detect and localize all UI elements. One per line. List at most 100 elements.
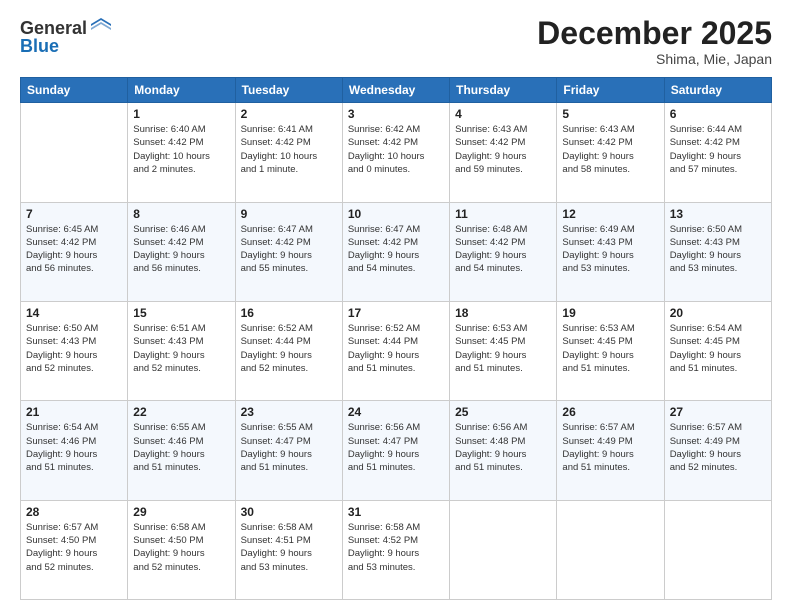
day-number: 25: [455, 405, 551, 419]
logo-blue-text: Blue: [20, 36, 59, 57]
day-number: 11: [455, 207, 551, 221]
week-row-5: 28 Sunrise: 6:57 AMSunset: 4:50 PMDayligh…: [21, 500, 772, 599]
logo: General Blue: [20, 16, 113, 57]
day-number: 22: [133, 405, 229, 419]
day-number: 1: [133, 107, 229, 121]
day-info: Sunrise: 6:54 AMSunset: 4:45 PMDaylight:…: [670, 322, 766, 375]
title-block: December 2025 Shima, Mie, Japan: [537, 16, 772, 67]
day-info: Sunrise: 6:43 AMSunset: 4:42 PMDaylight:…: [455, 123, 551, 176]
header-tuesday: Tuesday: [235, 78, 342, 103]
day-number: 17: [348, 306, 444, 320]
day-info: Sunrise: 6:57 AMSunset: 4:49 PMDaylight:…: [562, 421, 658, 474]
table-row: 23Sunrise: 6:55 AMSunset: 4:47 PMDayligh…: [235, 401, 342, 500]
day-number: 20: [670, 306, 766, 320]
header-monday: Monday: [128, 78, 235, 103]
day-info: Sunrise: 6:47 AMSunset: 4:42 PMDaylight:…: [348, 223, 444, 276]
day-number: 31: [348, 505, 444, 519]
table-row: 1 Sunrise: 6:40 AMSunset: 4:42 PMDaylight…: [128, 103, 235, 202]
header-thursday: Thursday: [450, 78, 557, 103]
table-row: 9Sunrise: 6:47 AMSunset: 4:42 PMDaylight…: [235, 202, 342, 301]
page: General Blue December 2025 Shima, Mie, J…: [0, 0, 792, 612]
day-info: Sunrise: 6:53 AMSunset: 4:45 PMDaylight:…: [455, 322, 551, 375]
table-row: 4 Sunrise: 6:43 AMSunset: 4:42 PMDaylight…: [450, 103, 557, 202]
table-row: 20 Sunrise: 6:54 AMSunset: 4:45 PMDayligh…: [664, 301, 771, 400]
day-number: 3: [348, 107, 444, 121]
table-row: 11Sunrise: 6:48 AMSunset: 4:42 PMDayligh…: [450, 202, 557, 301]
table-row: 30 Sunrise: 6:58 AMSunset: 4:51 PMDayligh…: [235, 500, 342, 599]
day-number: 23: [241, 405, 337, 419]
day-number: 2: [241, 107, 337, 121]
table-row: 18 Sunrise: 6:53 AMSunset: 4:45 PMDayligh…: [450, 301, 557, 400]
table-row: 13 Sunrise: 6:50 AMSunset: 4:43 PMDayligh…: [664, 202, 771, 301]
day-info: Sunrise: 6:53 AMSunset: 4:45 PMDaylight:…: [562, 322, 658, 375]
day-info: Sunrise: 6:56 AMSunset: 4:48 PMDaylight:…: [455, 421, 551, 474]
day-info: Sunrise: 6:40 AMSunset: 4:42 PMDaylight:…: [133, 123, 229, 176]
header: General Blue December 2025 Shima, Mie, J…: [20, 16, 772, 67]
day-number: 14: [26, 306, 122, 320]
table-row: 19 Sunrise: 6:53 AMSunset: 4:45 PMDayligh…: [557, 301, 664, 400]
day-number: 4: [455, 107, 551, 121]
day-info: Sunrise: 6:50 AMSunset: 4:43 PMDaylight:…: [670, 223, 766, 276]
day-number: 29: [133, 505, 229, 519]
header-friday: Friday: [557, 78, 664, 103]
table-row: 3 Sunrise: 6:42 AMSunset: 4:42 PMDaylight…: [342, 103, 449, 202]
day-number: 28: [26, 505, 122, 519]
day-info: Sunrise: 6:46 AMSunset: 4:42 PMDaylight:…: [133, 223, 229, 276]
table-row: [450, 500, 557, 599]
day-info: Sunrise: 6:57 AMSunset: 4:50 PMDaylight:…: [26, 521, 122, 574]
table-row: 12 Sunrise: 6:49 AMSunset: 4:43 PMDayligh…: [557, 202, 664, 301]
day-info: Sunrise: 6:52 AMSunset: 4:44 PMDaylight:…: [241, 322, 337, 375]
day-number: 18: [455, 306, 551, 320]
day-info: Sunrise: 6:42 AMSunset: 4:42 PMDaylight:…: [348, 123, 444, 176]
table-row: [557, 500, 664, 599]
table-row: 24 Sunrise: 6:56 AMSunset: 4:47 PMDayligh…: [342, 401, 449, 500]
table-row: 17Sunrise: 6:52 AMSunset: 4:44 PMDayligh…: [342, 301, 449, 400]
table-row: [664, 500, 771, 599]
day-number: 12: [562, 207, 658, 221]
weekday-header-row: Sunday Monday Tuesday Wednesday Thursday…: [21, 78, 772, 103]
header-sunday: Sunday: [21, 78, 128, 103]
table-row: 29Sunrise: 6:58 AMSunset: 4:50 PMDayligh…: [128, 500, 235, 599]
day-number: 16: [241, 306, 337, 320]
table-row: 7Sunrise: 6:45 AMSunset: 4:42 PMDaylight…: [21, 202, 128, 301]
table-row: 16 Sunrise: 6:52 AMSunset: 4:44 PMDayligh…: [235, 301, 342, 400]
table-row: 26 Sunrise: 6:57 AMSunset: 4:49 PMDayligh…: [557, 401, 664, 500]
table-row: 15 Sunrise: 6:51 AMSunset: 4:43 PMDayligh…: [128, 301, 235, 400]
day-info: Sunrise: 6:58 AMSunset: 4:51 PMDaylight:…: [241, 521, 337, 574]
table-row: 21 Sunrise: 6:54 AMSunset: 4:46 PMDayligh…: [21, 401, 128, 500]
table-row: 25 Sunrise: 6:56 AMSunset: 4:48 PMDayligh…: [450, 401, 557, 500]
table-row: [21, 103, 128, 202]
day-info: Sunrise: 6:47 AMSunset: 4:42 PMDaylight:…: [241, 223, 337, 276]
day-info: Sunrise: 6:57 AMSunset: 4:49 PMDaylight:…: [670, 421, 766, 474]
day-number: 13: [670, 207, 766, 221]
day-number: 24: [348, 405, 444, 419]
day-number: 26: [562, 405, 658, 419]
table-row: 31Sunrise: 6:58 AMSunset: 4:52 PMDayligh…: [342, 500, 449, 599]
table-row: 22 Sunrise: 6:55 AMSunset: 4:46 PMDayligh…: [128, 401, 235, 500]
day-info: Sunrise: 6:54 AMSunset: 4:46 PMDaylight:…: [26, 421, 122, 474]
day-number: 5: [562, 107, 658, 121]
day-number: 27: [670, 405, 766, 419]
day-info: Sunrise: 6:56 AMSunset: 4:47 PMDaylight:…: [348, 421, 444, 474]
day-number: 8: [133, 207, 229, 221]
week-row-4: 21 Sunrise: 6:54 AMSunset: 4:46 PMDayligh…: [21, 401, 772, 500]
header-saturday: Saturday: [664, 78, 771, 103]
location-title: Shima, Mie, Japan: [537, 51, 772, 67]
table-row: 28 Sunrise: 6:57 AMSunset: 4:50 PMDayligh…: [21, 500, 128, 599]
day-info: Sunrise: 6:51 AMSunset: 4:43 PMDaylight:…: [133, 322, 229, 375]
day-number: 21: [26, 405, 122, 419]
table-row: 27 Sunrise: 6:57 AMSunset: 4:49 PMDayligh…: [664, 401, 771, 500]
week-row-3: 14Sunrise: 6:50 AMSunset: 4:43 PMDayligh…: [21, 301, 772, 400]
table-row: 14Sunrise: 6:50 AMSunset: 4:43 PMDayligh…: [21, 301, 128, 400]
day-number: 15: [133, 306, 229, 320]
table-row: 6Sunrise: 6:44 AMSunset: 4:42 PMDaylight…: [664, 103, 771, 202]
day-info: Sunrise: 6:43 AMSunset: 4:42 PMDaylight:…: [562, 123, 658, 176]
day-number: 10: [348, 207, 444, 221]
day-info: Sunrise: 6:55 AMSunset: 4:46 PMDaylight:…: [133, 421, 229, 474]
day-number: 6: [670, 107, 766, 121]
day-number: 19: [562, 306, 658, 320]
day-number: 30: [241, 505, 337, 519]
day-info: Sunrise: 6:49 AMSunset: 4:43 PMDaylight:…: [562, 223, 658, 276]
day-info: Sunrise: 6:45 AMSunset: 4:42 PMDaylight:…: [26, 223, 122, 276]
table-row: 5 Sunrise: 6:43 AMSunset: 4:42 PMDaylight…: [557, 103, 664, 202]
